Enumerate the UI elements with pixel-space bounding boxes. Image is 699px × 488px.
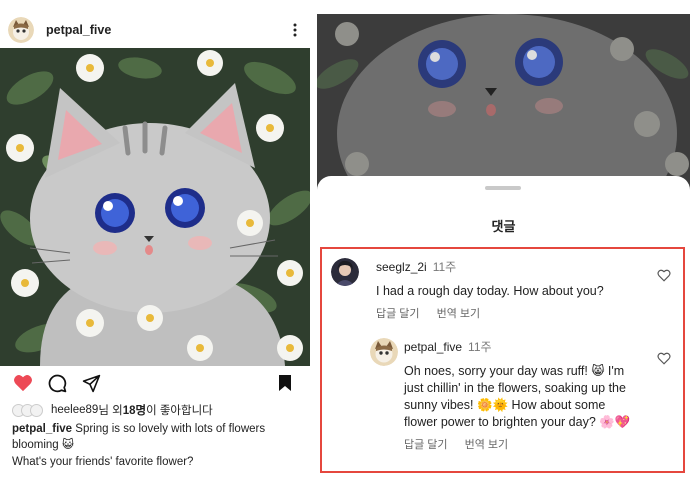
likes-summary[interactable]: heelee89 님 외 18명 이 좋아합니다	[12, 402, 213, 418]
heart-icon[interactable]	[12, 372, 34, 394]
reply-avatar[interactable]	[370, 338, 398, 366]
comment-time: 11주	[432, 260, 457, 274]
more-icon[interactable]	[286, 21, 304, 39]
avatar[interactable]	[8, 17, 34, 43]
caption-question: What's your friends' favorite flower?	[12, 456, 194, 468]
dimmed-post-image	[317, 14, 690, 254]
post-username[interactable]: petpal_five	[46, 23, 111, 37]
comment-icon[interactable]	[46, 372, 68, 394]
post-actions	[12, 372, 296, 394]
comment-meta: 답글 달기 번역 보기	[376, 305, 646, 321]
caption-username[interactable]: petpal_five	[12, 423, 72, 435]
post-caption: petpal_five Spring is so lovely with lot…	[12, 421, 302, 470]
comment-item: seeglz_2i 11주 I had a rough day today. Ho…	[376, 258, 646, 321]
reply-text: Oh noes, sorry your day was ruff! 😸 I'm …	[404, 364, 631, 429]
comment-text: I had a rough day today. How about you?	[376, 284, 604, 298]
reply-button[interactable]: 답글 달기	[376, 308, 420, 320]
share-icon[interactable]	[80, 372, 102, 394]
liker-avatars	[12, 403, 43, 417]
sheet-grabber[interactable]	[485, 186, 521, 190]
post-panel: petpal_five heelee89 님 외 18명 이 좋아합니다 pet…	[0, 0, 310, 488]
bookmark-icon[interactable]	[274, 372, 296, 394]
reply-reply-button[interactable]: 답글 달기	[404, 439, 448, 451]
reply-like-icon[interactable]	[657, 352, 671, 366]
comment-avatar[interactable]	[331, 258, 359, 286]
likes-count[interactable]: 18명	[123, 402, 146, 418]
likes-user[interactable]: heelee89	[51, 404, 98, 416]
reply-time: 11주	[468, 340, 492, 354]
reply-username[interactable]: petpal_five	[404, 340, 462, 354]
post-image	[0, 48, 310, 366]
comment-username[interactable]: seeglz_2i	[376, 260, 427, 274]
reply-translate-button[interactable]: 번역 보기	[465, 439, 509, 451]
post-header: petpal_five	[8, 16, 304, 44]
sheet-title: 댓글	[491, 219, 516, 234]
reply-meta: 답글 달기 번역 보기	[404, 436, 640, 452]
translate-button[interactable]: 번역 보기	[437, 308, 481, 320]
comment-like-icon[interactable]	[657, 269, 671, 283]
likes-text-mid: 님 외	[98, 405, 123, 417]
reply-item: petpal_five 11주 Oh noes, sorry your day w…	[404, 338, 640, 452]
likes-text-end: 이 좋아합니다	[146, 405, 213, 417]
